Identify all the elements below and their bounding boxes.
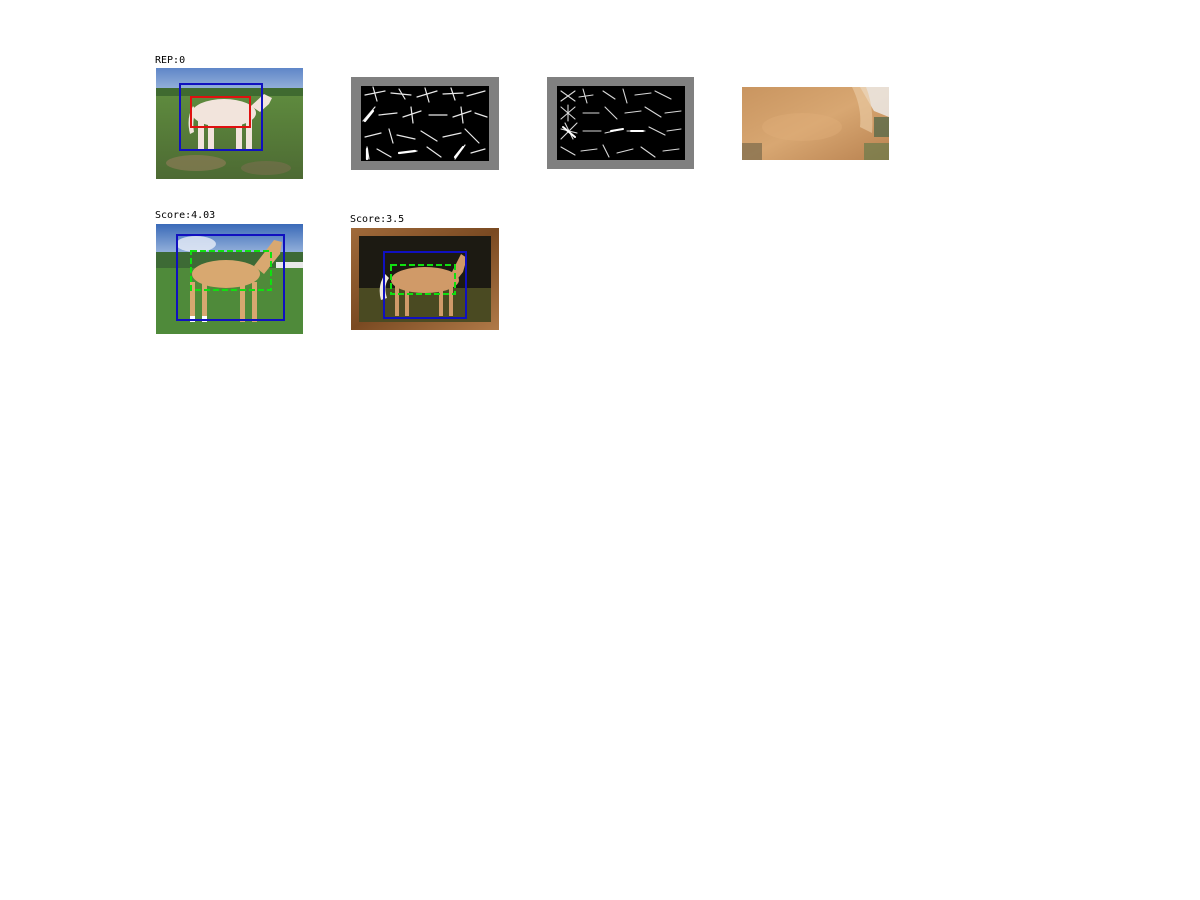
detection-photo-1-svg [156,224,303,334]
crop-patch-panel [742,87,889,160]
crop-patch-svg [742,87,889,160]
hog-positive-svg [361,86,489,161]
rep-photo-svg [156,68,303,179]
rep-label: REP:0 [155,55,186,66]
hog-positive-panel [351,77,499,170]
score-label-2: Score:3.5 [350,214,405,225]
detection-photo-2-svg [351,228,499,330]
detection-photo-1 [156,224,303,334]
detection-photo-2 [351,228,499,330]
rep-photo-panel [156,68,303,179]
hog-negative-panel [547,77,694,169]
hog-negative-svg [557,86,685,160]
score-label-1: Score:4.03 [155,210,216,221]
